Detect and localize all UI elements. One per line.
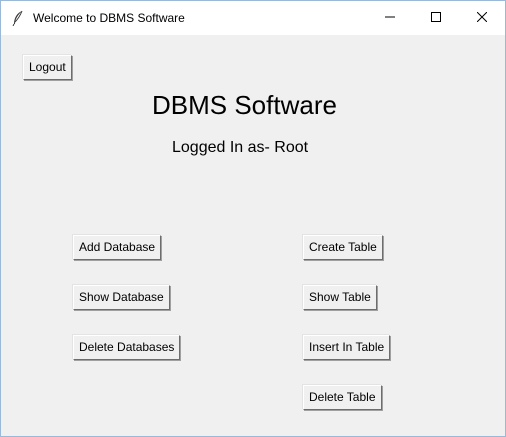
- delete-databases-button[interactable]: Delete Databases: [73, 335, 181, 360]
- delete-table-button[interactable]: Delete Table: [303, 385, 382, 410]
- app-window: Welcome to DBMS Software Logout DBMS Sof…: [0, 0, 506, 437]
- show-database-button[interactable]: Show Database: [73, 285, 170, 310]
- window-title: Welcome to DBMS Software: [33, 11, 185, 25]
- page-title: DBMS Software: [152, 90, 337, 120]
- add-database-button[interactable]: Add Database: [73, 235, 162, 260]
- maximize-button[interactable]: [413, 1, 459, 35]
- logout-button[interactable]: Logout: [23, 55, 72, 80]
- feather-icon: [11, 10, 25, 27]
- main-panel: Logout DBMS Software Logged In as- Root …: [1, 35, 505, 436]
- minimize-icon: [385, 9, 395, 27]
- logged-in-label: Logged In as- Root: [172, 139, 309, 156]
- close-button[interactable]: [459, 1, 505, 35]
- create-table-button[interactable]: Create Table: [303, 235, 383, 260]
- title-bar[interactable]: Welcome to DBMS Software: [1, 1, 505, 35]
- close-icon: [476, 9, 488, 27]
- insert-in-table-button[interactable]: Insert In Table: [303, 335, 391, 360]
- minimize-button[interactable]: [367, 1, 413, 35]
- maximize-icon: [431, 9, 441, 27]
- show-table-button[interactable]: Show Table: [303, 285, 377, 310]
